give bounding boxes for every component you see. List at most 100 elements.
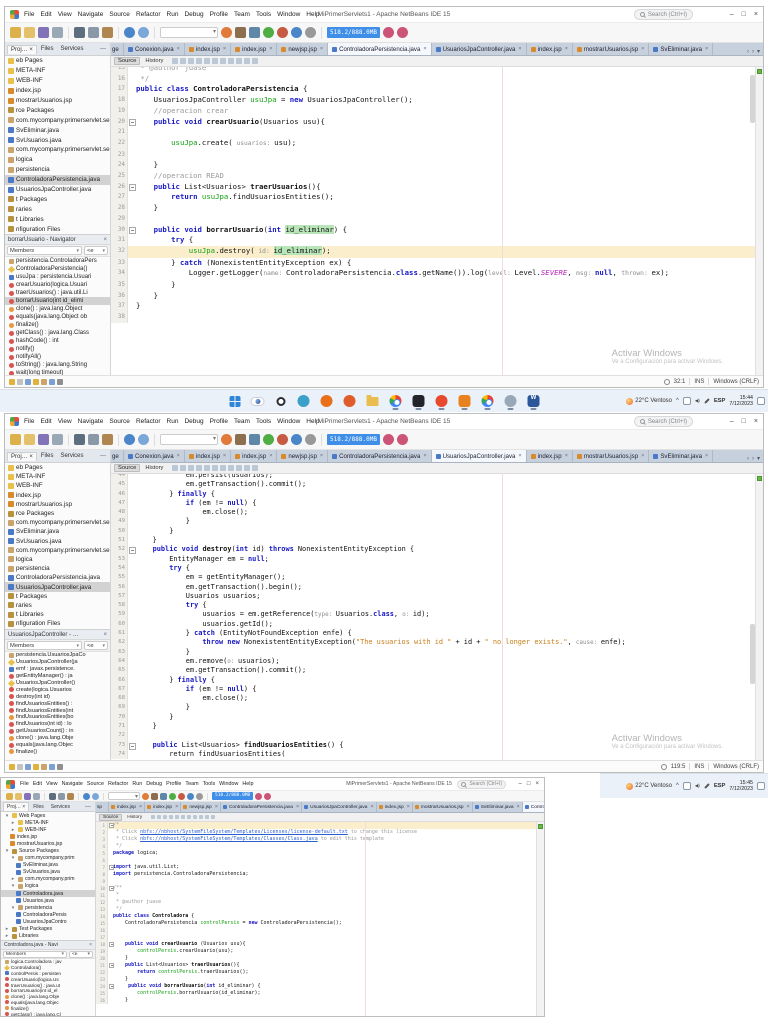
memory-indicator[interactable]: 518.2/888.0MB [327, 434, 380, 445]
tree-item[interactable]: t Libraries [5, 610, 110, 619]
tree-item[interactable]: ▸ WEB-INF [1, 826, 95, 833]
tree-item[interactable]: ▸ com.mycompany.prim [1, 876, 95, 883]
editor-tab[interactable]: newjsp.jsp × [277, 450, 329, 462]
editor-tool-icon[interactable] [196, 465, 203, 471]
editor-tab[interactable]: index.jsp × [184, 43, 232, 55]
chevron-right-icon[interactable]: ▸ [4, 926, 10, 932]
navigator-item[interactable]: create(logica.Usuarios [5, 686, 110, 693]
copy-icon[interactable] [88, 434, 99, 445]
cut-icon[interactable] [74, 434, 85, 445]
editor-tab[interactable]: ControladoraPersistencia.java × [328, 43, 432, 55]
profile-icon[interactable] [291, 27, 302, 38]
build-icon[interactable] [235, 27, 246, 38]
editor-tool-icon[interactable] [236, 465, 243, 471]
fold-icon[interactable] [128, 740, 136, 750]
chrome-browser-icon[interactable] [389, 392, 403, 410]
tree-item[interactable]: ▸ Libraries [1, 933, 95, 940]
sidebar-tab-services[interactable]: Services [48, 803, 73, 811]
menu-view[interactable]: View [58, 11, 72, 18]
tray-expand-icon[interactable]: ^ [676, 398, 679, 404]
navigator-item[interactable]: notifyAll() [5, 353, 110, 361]
editor-tool-icon[interactable] [212, 58, 219, 64]
close-navigator-icon[interactable]: × [103, 632, 107, 638]
search-box[interactable]: Search (Ctrl+I) [633, 9, 693, 20]
navigator-item[interactable]: borrarUsuario(int id_elimi [5, 297, 110, 305]
tree-item[interactable]: ControladoraPersis [1, 911, 95, 918]
memory-indicator[interactable]: 518.2/888.0MB [212, 792, 254, 800]
navigator-item[interactable]: persistencia.UsuariosJpaCo [5, 652, 110, 659]
navigator-item[interactable]: emf : javax.persistence. [5, 666, 110, 673]
menu-source[interactable]: Source [109, 418, 130, 425]
menu-window[interactable]: Window [277, 11, 300, 18]
filter-toggle-icon[interactable] [57, 378, 63, 385]
menu-navigate[interactable]: Navigate [62, 781, 83, 787]
filter-toggle-icon[interactable] [25, 763, 31, 770]
run-config-icon[interactable] [142, 792, 149, 800]
editor-tab[interactable]: index.jsp × [376, 802, 413, 812]
more-icon[interactable] [196, 792, 203, 800]
editor-tool-icon[interactable] [228, 58, 235, 64]
navigator-filter-buttons[interactable] [9, 378, 109, 385]
tree-item[interactable]: logica [5, 555, 110, 564]
close-tab-icon[interactable]: × [423, 453, 426, 459]
fold-icon[interactable] [108, 941, 114, 948]
editor-tool-icon[interactable] [180, 465, 187, 471]
tree-item[interactable]: UsuariosJpaController.java [5, 185, 110, 195]
save-all-icon[interactable] [38, 27, 49, 38]
editor-tool-icon[interactable] [157, 815, 162, 819]
profile-icon[interactable] [187, 792, 194, 800]
fold-icon[interactable] [128, 545, 136, 555]
navigator-item[interactable]: getClass() : java.lang.Class [5, 329, 110, 337]
source-view-button[interactable]: Source [114, 464, 141, 472]
editor-tool-icon[interactable] [193, 815, 198, 819]
clean-build-icon[interactable] [249, 434, 260, 445]
gc-icon[interactable] [382, 434, 394, 445]
menu-profile[interactable]: Profile [210, 418, 228, 425]
tree-item[interactable]: ▸ META-INF [1, 819, 95, 826]
minimize-button[interactable]: – [519, 781, 522, 787]
editor-tab[interactable]: index.jsp × [526, 450, 573, 462]
pen-icon[interactable] [703, 398, 710, 404]
tree-item[interactable]: SvEliminar.java [5, 125, 110, 135]
navigator-item[interactable]: findUsuariosEntities(bo [5, 714, 110, 721]
sort-combo[interactable]: <e ▾ [69, 950, 93, 958]
menu-profile[interactable]: Profile [166, 781, 181, 787]
filter-toggle-icon[interactable] [41, 763, 47, 770]
editor-tool-icon[interactable] [236, 58, 243, 64]
scroll-tabs-left-icon[interactable]: ‹ [747, 49, 749, 55]
export-icon[interactable] [52, 434, 63, 445]
menu-team[interactable]: Team [185, 781, 198, 787]
close-tab-icon[interactable]: × [407, 804, 410, 810]
close-tab-icon[interactable]: × [215, 804, 218, 810]
editor-tool-icon[interactable] [199, 815, 204, 819]
search-button[interactable] [250, 392, 265, 410]
notifications-icon[interactable] [660, 763, 667, 770]
navigator-item[interactable]: findUsuariosEntities(int [5, 707, 110, 714]
history-view-button[interactable]: History [125, 815, 144, 820]
title-bar[interactable]: File Edit View Navigate Source Refactor Run Deb… [1, 778, 544, 791]
editor-tool-icon[interactable] [187, 815, 192, 819]
navigator-item[interactable]: equals(java.lang.Objec [5, 742, 110, 749]
run-icon[interactable] [263, 434, 274, 445]
tree-item[interactable]: SvUsuarios.java [1, 869, 95, 876]
open-project-icon[interactable] [15, 792, 22, 800]
navigator-item[interactable]: findUsuariosEntities() : [5, 700, 110, 707]
editor-tab[interactable]: ControladoraPersistencia.java × [220, 802, 303, 812]
build-icon[interactable] [151, 792, 158, 800]
notification-center-icon[interactable] [757, 782, 765, 790]
chevron-right-icon[interactable]: ▸ [10, 820, 16, 826]
orange-square-app-icon[interactable] [458, 392, 472, 410]
undo-icon[interactable] [124, 27, 135, 38]
navigator-tree[interactable]: persistencia.UsuariosJpaCo UsuariosJpaCon… [5, 652, 110, 760]
editor-tab[interactable]: SvEliminar.java × [472, 802, 523, 812]
maximize-button[interactable]: □ [742, 418, 746, 425]
navigator-item[interactable]: persistencia.ControladoraPers [5, 257, 110, 265]
tree-item[interactable]: raries [5, 601, 110, 610]
navigator-item[interactable]: finalize() [5, 321, 110, 329]
tree-item[interactable]: SvUsuarios.java [5, 135, 110, 145]
navigator-item[interactable]: notify() [5, 345, 110, 353]
filter-toggle-icon[interactable] [57, 763, 63, 770]
members-combo[interactable]: Members ▾ [7, 641, 82, 650]
gc-icon[interactable] [382, 27, 394, 38]
title-bar[interactable]: File Edit View Navigate Source Refactor Run Deb… [5, 414, 763, 430]
